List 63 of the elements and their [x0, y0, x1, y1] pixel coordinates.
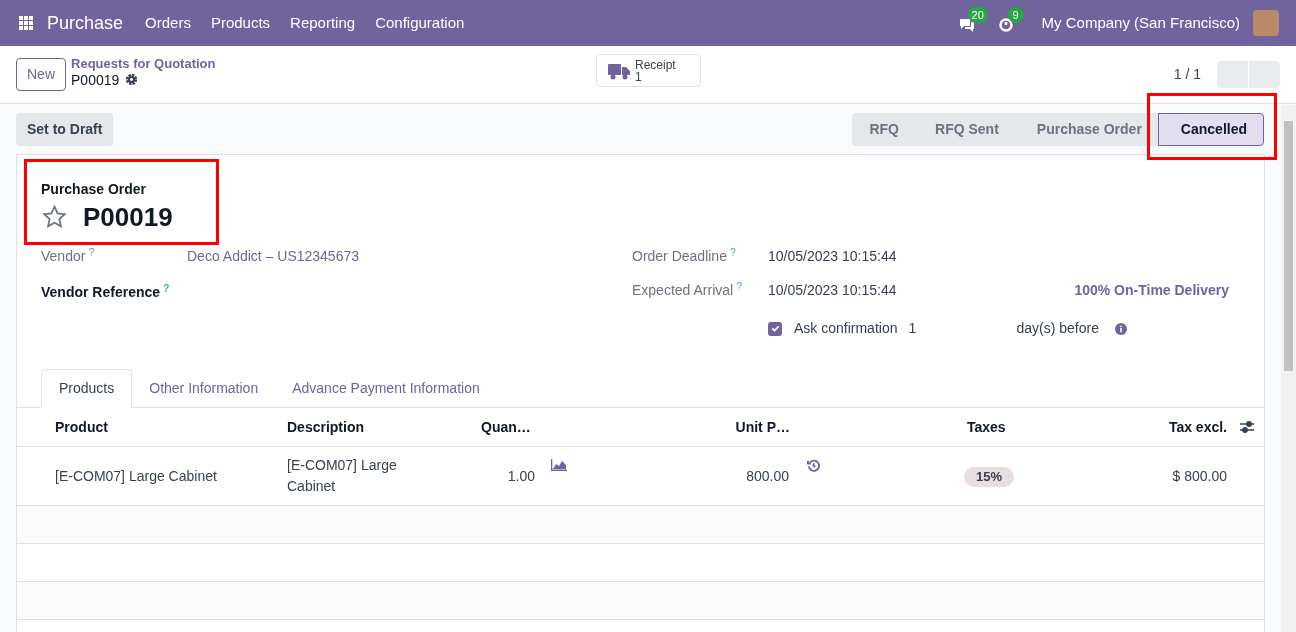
- table-cell-text: 800.00: [745, 466, 790, 486]
- field-label: Vendor $^{?}$: [41, 246, 96, 266]
- star-icon[interactable]: [41, 204, 68, 230]
- tab[interactable]: Products: [41, 369, 133, 408]
- status-step[interactable]: Cancelled: [1157, 112, 1264, 146]
- new-button[interactable]: New: [16, 58, 66, 91]
- status-step[interactable]: RFQ: [852, 112, 913, 146]
- form-title-label: Purchase Order: [41, 180, 148, 198]
- tab[interactable]: Advance Payment Information: [275, 369, 497, 408]
- order-number: P00019: [83, 201, 173, 234]
- vendor-link[interactable]: Deco Addict – US12345673: [187, 246, 359, 267]
- chat-icon[interactable]: [957, 17, 976, 33]
- menu-item[interactable]: Configuration: [365, 11, 475, 35]
- status-step[interactable]: Purchase Order: [1014, 112, 1158, 146]
- status-step[interactable]: RFQ Sent: [913, 112, 1015, 146]
- checkbox[interactable]: [768, 321, 782, 336]
- column-header[interactable]: Tax excl.: [1077, 416, 1227, 438]
- help-mark[interactable]: ?: [163, 281, 170, 294]
- table-cell-text: [E-COM07] Large Cabinet: [287, 456, 398, 496]
- message-count-badge: 20: [967, 7, 988, 23]
- help-mark[interactable]: ?: [736, 279, 742, 292]
- set-to-draft-button[interactable]: Set to Draft: [16, 112, 114, 146]
- activity-count-badge: 9: [1007, 7, 1024, 23]
- gear-icon[interactable]: [125, 73, 139, 86]
- receipt-smart-button[interactable]: Receipt 1: [596, 54, 701, 87]
- record-name: P00019: [71, 71, 120, 88]
- checkmark-icon: [770, 324, 780, 333]
- checkbox-label: Ask confirmation: [794, 319, 898, 338]
- table-cell-text: $ 800.00: [1171, 466, 1227, 486]
- date-value[interactable]: 10/05/2023 10:15:44: [768, 246, 897, 267]
- table-cell-text: 1.00: [506, 466, 535, 486]
- help-mark[interactable]: ?: [88, 245, 95, 258]
- menu-item[interactable]: Reporting: [280, 11, 366, 35]
- help-mark[interactable]: ?: [729, 245, 736, 258]
- tax-tag[interactable]: 15%: [964, 466, 1015, 487]
- field-label: Vendor Reference $^{?}$: [41, 282, 171, 302]
- field-label: Expected Arrival $^{?}$: [632, 280, 743, 300]
- truck-icon: [608, 61, 630, 80]
- tab[interactable]: Other Information: [132, 369, 276, 408]
- menu-item[interactable]: Products: [200, 11, 281, 35]
- history-icon[interactable]: [807, 459, 820, 472]
- date-value[interactable]: 10/05/2023 10:15:44: [768, 280, 897, 301]
- menu-item[interactable]: Orders: [135, 11, 201, 35]
- forecast-chart-icon[interactable]: [551, 459, 567, 471]
- company-switcher[interactable]: My Company (San Francisco): [1041, 11, 1240, 35]
- pager-value[interactable]: 1 / 1: [1173, 64, 1201, 85]
- column-header[interactable]: Taxes: [957, 416, 1077, 438]
- app-name[interactable]: Purchase: [47, 9, 124, 37]
- column-header[interactable]: Product: [55, 416, 287, 438]
- on-time-delivery-link[interactable]: 100% On-Time Delivery: [1074, 280, 1229, 301]
- days-value[interactable]: 1: [908, 318, 1017, 339]
- clock-icon[interactable]: [997, 17, 1014, 33]
- breadcrumb-link[interactable]: Requests for Quotation: [71, 55, 216, 72]
- apps-menu-icon[interactable]: [19, 16, 33, 30]
- field-label: Order Deadline $^{?}$: [632, 246, 737, 266]
- column-header[interactable]: Description: [287, 416, 471, 438]
- scrollbar[interactable]: [1281, 105, 1296, 632]
- column-header[interactable]: Unit P…: [617, 416, 792, 438]
- table-cell-text: [E-COM07] Large Cabinet: [55, 466, 218, 486]
- days-suffix: day(s) before: [1016, 319, 1099, 338]
- column-header[interactable]: Quan…: [471, 416, 617, 438]
- column-settings-icon[interactable]: [1240, 421, 1254, 433]
- info-icon[interactable]: [1114, 322, 1127, 335]
